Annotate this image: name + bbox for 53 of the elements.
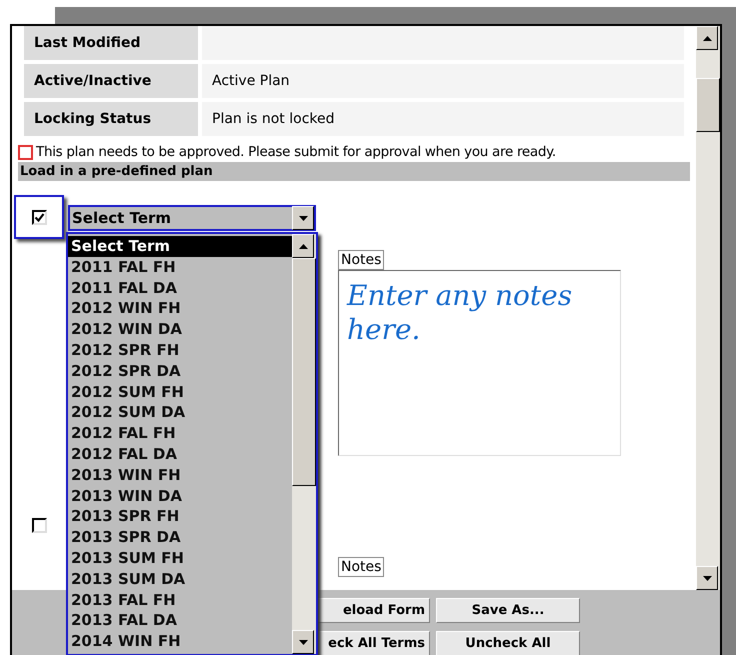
- section-header: Load in a pre-defined plan: [18, 162, 690, 182]
- term-option[interactable]: 2013 SPR DA: [68, 527, 292, 548]
- term-option[interactable]: Select Term: [68, 236, 292, 257]
- down-arrow-icon: [702, 576, 712, 580]
- term-option[interactable]: 2012 WIN FH: [68, 298, 292, 320]
- term-option[interactable]: 2013 FAL DA: [68, 610, 292, 632]
- term-option[interactable]: 2012 SUM FH: [68, 382, 292, 402]
- form-button[interactable]: eck All Terms: [317, 631, 430, 655]
- down-arrow-icon: [298, 216, 308, 221]
- detail-value: Plan is not locked: [202, 102, 684, 136]
- checkbox[interactable]: [32, 210, 46, 225]
- scroll-down-button[interactable]: [292, 630, 314, 654]
- scroll-thumb[interactable]: [292, 258, 316, 486]
- up-arrow-icon: [702, 36, 712, 40]
- term-option[interactable]: 2011 FAL FH: [68, 256, 292, 278]
- term-option[interactable]: 2012 SPR DA: [68, 360, 292, 382]
- term-option[interactable]: 2013 SUM FH: [68, 548, 292, 569]
- term-option[interactable]: 2012 FAL DA: [68, 444, 292, 465]
- list-scrollbar[interactable]: [292, 234, 316, 654]
- detail-label: Last Modified: [24, 26, 198, 60]
- term-option[interactable]: 2013 SPR FH: [68, 506, 292, 528]
- page-scrollbar[interactable]: [696, 26, 720, 590]
- term-option[interactable]: 2013 FAL FH: [68, 590, 292, 610]
- term-option[interactable]: 2012 FAL FH: [68, 423, 292, 444]
- term-option[interactable]: 2013 WIN DA: [68, 486, 292, 506]
- detail-value: Active Plan: [202, 64, 684, 98]
- form-button[interactable]: Save As...: [436, 598, 580, 623]
- term-option[interactable]: 2011 FAL DA: [68, 278, 292, 298]
- term-option[interactable]: 2013 SUM DA: [68, 568, 292, 590]
- notes-label: Notes: [338, 557, 384, 578]
- approval-notice: This plan needs to be approved. Please submit for approval when you are ready.: [36, 143, 556, 162]
- check-icon: [34, 212, 44, 223]
- scroll-up-button[interactable]: [292, 234, 314, 258]
- term-option[interactable]: 2012 WIN DA: [68, 319, 292, 340]
- term-option[interactable]: 2012 SUM DA: [68, 402, 292, 424]
- detail-label: Locking Status: [24, 102, 198, 136]
- checkbox[interactable]: [32, 518, 47, 534]
- down-arrow-icon: [298, 640, 308, 644]
- term-select[interactable]: Select Term: [68, 205, 316, 232]
- dropdown-button[interactable]: [292, 206, 314, 230]
- term-option[interactable]: 2014 WIN FH: [68, 631, 292, 652]
- form-button[interactable]: Uncheck All: [436, 631, 580, 655]
- checkbox[interactable]: [18, 144, 33, 160]
- term-option[interactable]: 2012 SPR FH: [68, 340, 292, 361]
- notes-field[interactable]: Enter any notes here.: [338, 270, 621, 456]
- scroll-up-button[interactable]: [696, 26, 718, 50]
- scroll-down-button[interactable]: [696, 566, 718, 590]
- detail-label: Active/Inactive: [24, 64, 198, 98]
- up-arrow-icon: [298, 244, 308, 248]
- scroll-thumb[interactable]: [696, 78, 720, 132]
- term-option[interactable]: 2013 WIN FH: [68, 464, 292, 486]
- form-button[interactable]: eload Form: [317, 598, 430, 623]
- notes-label: Notes: [338, 250, 384, 270]
